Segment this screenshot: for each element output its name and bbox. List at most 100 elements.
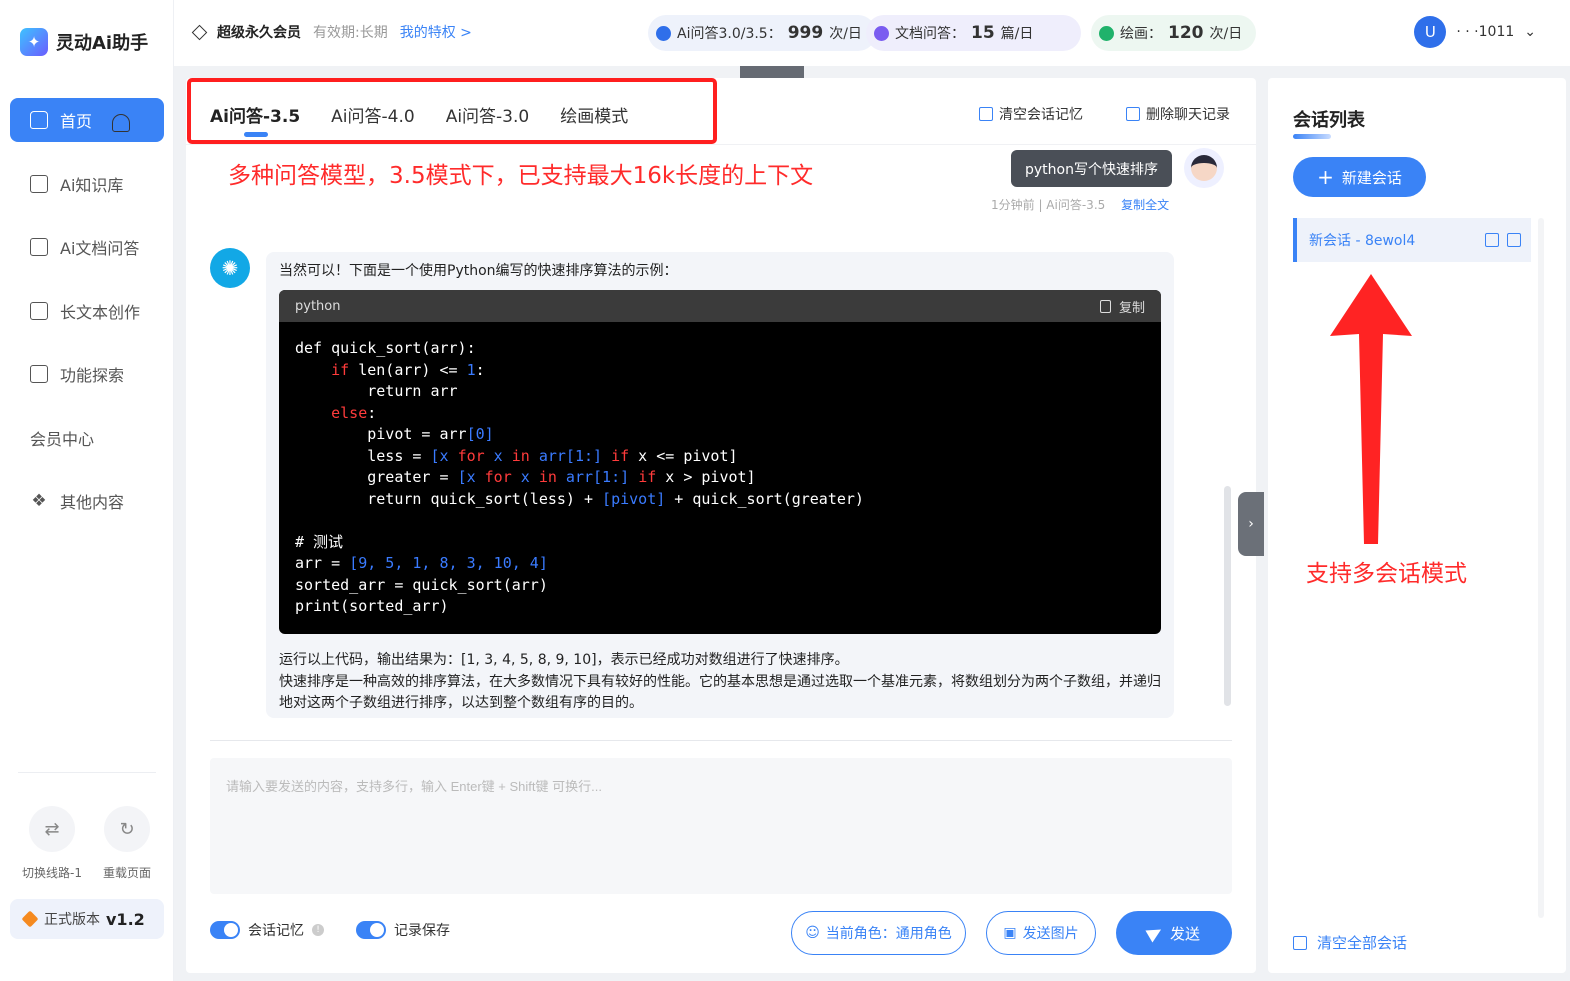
sidebar-item-knowledge-base[interactable]: Ai知识库 <box>10 162 164 206</box>
clipboard-icon <box>1099 299 1111 313</box>
delete-history-label: 删除聊天记录 <box>1146 107 1230 123</box>
vip-title: 超级永久会员 <box>217 25 301 41</box>
code-line: pivot = arr[0] <box>295 425 494 443</box>
trash-icon <box>1126 107 1140 121</box>
sidebar-item-long-text[interactable]: 长文本创作 <box>10 289 164 333</box>
edit-icon[interactable] <box>1485 233 1499 247</box>
code-line: sorted_arr = quick_sort(arr) <box>295 575 548 594</box>
sidebar-item-explore[interactable]: 功能探索 <box>10 352 164 396</box>
sidebar-item-label: Ai文档问答 <box>60 239 140 258</box>
sidebar-item-label: 首页 <box>60 112 93 131</box>
code-line: less = [x for x in arr[1:] if x <= pivot… <box>295 446 738 465</box>
session-list-title: 会话列表 <box>1293 106 1365 139</box>
code-content: def quick_sort(arr): if len(arr) <= 1: r… <box>279 322 1161 634</box>
chat-scrollbar[interactable] <box>1224 486 1231 706</box>
clear-all-sessions-button[interactable]: 清空全部会话 <box>1293 932 1407 953</box>
sidebar-item-home[interactable]: 首页 <box>10 98 164 142</box>
quota-label: Ai问答3.0/3.5： <box>677 26 782 42</box>
code-line: def quick_sort(arr): <box>295 339 476 357</box>
new-chat-button[interactable]: + 新建会话 <box>1293 157 1426 197</box>
role-button-label: 当前角色：通用角色 <box>825 926 952 942</box>
code-line: greater = [x for x in arr[1:] if x > piv… <box>295 468 756 486</box>
user-icon <box>112 114 130 132</box>
send-image-button[interactable]: ▣ 发送图片 <box>986 911 1096 955</box>
code-line: print(sorted_arr) <box>295 597 449 615</box>
sidebar-item-label: 功能探索 <box>60 366 125 385</box>
message-time: 1分钟前 | Ai问答-3.5 <box>991 198 1106 212</box>
sidebar-item-label: Ai知识库 <box>60 175 124 195</box>
delete-history-button[interactable]: 删除聊天记录 <box>1126 104 1230 124</box>
sidebar-divider <box>18 772 156 773</box>
session-item[interactable]: 新会话 - 8ewol4 <box>1293 218 1531 262</box>
session-item-label: 新会话 - 8ewol4 <box>1309 233 1416 249</box>
reload-label: 重载页面 <box>102 866 151 880</box>
trash-icon[interactable] <box>1507 233 1521 247</box>
save-toggle-group: 记录保存 <box>356 920 450 940</box>
sidebar-item-member[interactable]: 会员中心 <box>10 114 164 460</box>
message-meta: 1分钟前 | Ai问答-3.5 复制全文 <box>991 196 1169 213</box>
copy-all-link[interactable]: 复制全文 <box>1121 198 1169 212</box>
message-input-box <box>210 758 1232 894</box>
reload-button[interactable]: ↻ 重载页面 <box>87 806 167 881</box>
brand[interactable]: ✦ 灵动Ai助手 <box>20 28 148 56</box>
session-scrollbar[interactable] <box>1538 218 1544 918</box>
image-icon: ▣ <box>1003 925 1017 941</box>
switch-line-button[interactable]: ⇄ 切换线路-1 <box>12 806 92 881</box>
quota-label: 文档问答： <box>895 26 965 42</box>
sidebar: ✦ 灵动Ai助手 首页 Ai知识库 Ai文档问答 长文本创作 功能探索 会员中心 <box>0 0 174 981</box>
code-header: python 复制 <box>279 290 1161 322</box>
info-icon[interactable]: ! <box>312 924 324 936</box>
switch-icon: ⇄ <box>29 806 75 852</box>
input-divider <box>210 740 1232 741</box>
message-input[interactable] <box>210 758 1232 894</box>
avatar <box>1184 148 1224 188</box>
send-button[interactable]: 发送 <box>1116 911 1232 955</box>
version-label: 正式版本 <box>44 912 100 928</box>
home-icon <box>30 111 48 129</box>
grid-icon: ❖ <box>31 491 47 511</box>
plus-icon: + <box>1317 165 1334 189</box>
code-language: python <box>295 298 341 314</box>
bot-outro-line: 运行以上代码，输出结果为：[1, 3, 4, 5, 8, 9, 10]，表示已经… <box>279 652 849 668</box>
diamond-icon <box>21 910 39 928</box>
code-copy-button[interactable]: 复制 <box>1099 297 1145 316</box>
code-line: return quick_sort(less) + [pivot] + quic… <box>295 489 864 508</box>
trash-icon <box>1293 935 1307 950</box>
send-image-label: 发送图片 <box>1022 926 1079 942</box>
brand-name: 灵动Ai助手 <box>56 33 149 54</box>
new-chat-label: 新建会话 <box>1341 168 1402 187</box>
sidebar-item-doc-qa[interactable]: Ai文档问答 <box>10 225 164 269</box>
chevron-down-icon: ⌄ <box>1524 24 1536 40</box>
openai-logo-icon: ✺ <box>210 248 250 288</box>
memory-label: 会话记忆 <box>248 923 304 939</box>
toggle-session-panel-button[interactable]: › <box>1238 492 1264 556</box>
my-privileges-link[interactable]: 我的特权 > <box>400 22 472 42</box>
send-label: 发送 <box>1169 924 1200 943</box>
code-block: python 复制 def quick_sort(arr): if len(ar… <box>279 290 1161 634</box>
annotation-arrow-icon <box>1330 274 1412 544</box>
version-badge: 正式版本 v1.2 <box>10 899 164 939</box>
code-line: else: <box>331 403 377 422</box>
user-menu[interactable]: U · · ·1011 ⌄ <box>1414 16 1536 48</box>
role-button[interactable]: ☺ 当前角色：通用角色 <box>791 911 966 955</box>
clear-memory-button[interactable]: 清空会话记忆 <box>979 104 1083 124</box>
diamond-icon <box>191 24 208 40</box>
session-item-actions <box>1485 233 1521 247</box>
sidebar-item-label: 会员中心 <box>30 429 95 449</box>
send-icon <box>1145 923 1165 943</box>
robot-icon: ☺ <box>805 925 820 941</box>
bot-outro-text: 运行以上代码，输出结果为：[1, 3, 4, 5, 8, 9, 10]，表示已经… <box>279 650 1169 715</box>
explore-icon <box>30 365 48 383</box>
user-message: python写个快速排序 <box>1011 150 1172 187</box>
vip-expiry: 有效期:长期 <box>313 25 388 41</box>
memory-toggle-group: 会话记忆 ! <box>210 920 324 940</box>
bot-outro-line: 快速排序是一种高效的排序算法，在大多数情况下具有较好的性能。它的基本思想是通过选… <box>279 673 1161 712</box>
sidebar-item-other[interactable]: ❖ 其他内容 <box>10 479 164 523</box>
quota-unit: 篇/日 <box>1000 26 1034 42</box>
save-record-toggle[interactable] <box>356 921 386 939</box>
code-line: return arr <box>295 382 458 400</box>
topbar: 超级永久会员 有效期:长期 我的特权 > Ai问答3.0/3.5： 999 次/日 … <box>174 0 1570 66</box>
memory-toggle[interactable] <box>210 921 240 939</box>
chevron-right-icon: › <box>1248 516 1254 532</box>
